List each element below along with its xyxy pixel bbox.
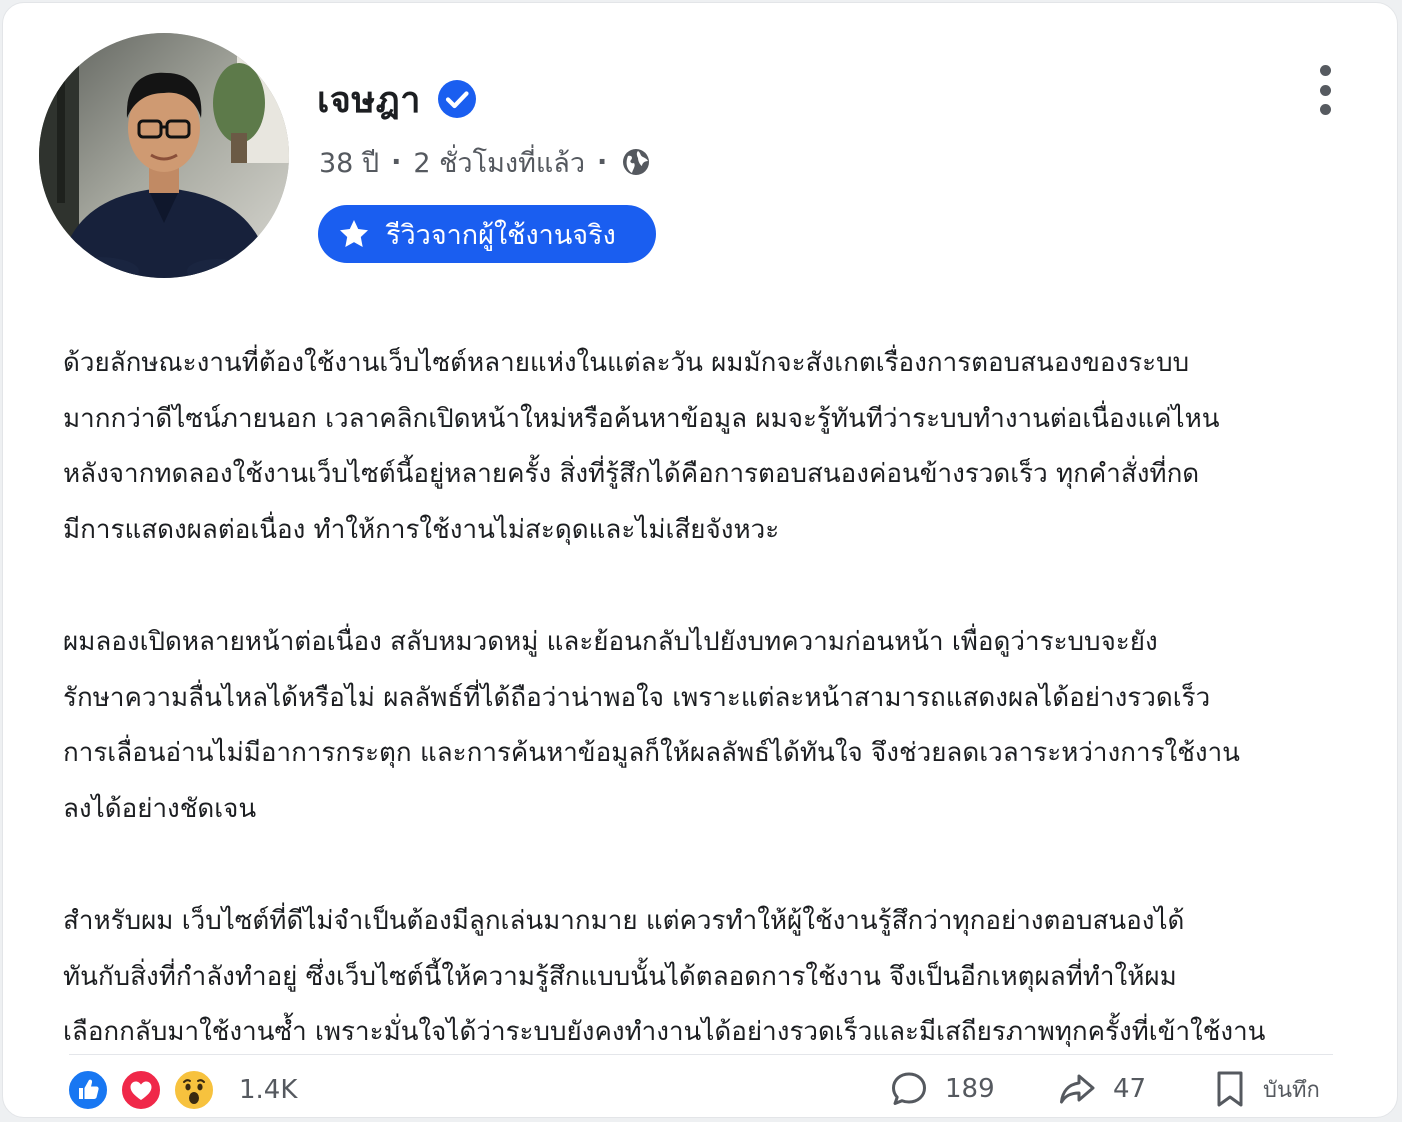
post-footer: 1.4K 189 47 บันทึก [3, 1063, 1397, 1117]
comment-icon [892, 1072, 926, 1105]
globe-icon[interactable] [621, 147, 651, 177]
author-age: 38 ปี [319, 147, 380, 179]
share-button[interactable]: 47 [1057, 1069, 1146, 1109]
text-line: หลังจากทดลองใช้งานเว็บไซต์นี้อยู่หลายครั… [63, 459, 1200, 489]
footer-divider [69, 1054, 1333, 1055]
wow-icon [173, 1069, 215, 1111]
save-button[interactable]: บันทึก [1213, 1069, 1320, 1109]
more-options-button[interactable] [1305, 61, 1345, 119]
post-paragraph-1: ด้วยลักษณะงานที่ต้องใช้งานเว็บไซต์หลายแห… [63, 336, 1333, 558]
post-time[interactable]: 2 ชั่วโมงที่แล้ว [413, 141, 585, 184]
reaction-count[interactable]: 1.4K [239, 1075, 297, 1105]
love-reaction[interactable] [120, 1069, 162, 1111]
bookmark-icon [1217, 1071, 1243, 1107]
text-line: รักษาความลื่นไหลได้หรือไม่ ผลลัพธ์ที่ได้… [63, 682, 1211, 713]
save-label: บันทึก [1263, 1077, 1320, 1103]
share-count: 47 [1113, 1074, 1147, 1104]
more-vertical-icon-dot [1319, 104, 1331, 115]
text-line: ทันกับสิ่งที่กำลังทำอยู่ ซึ่งเว็บไซต์นี้… [63, 961, 1177, 992]
author-avatar[interactable] [39, 33, 289, 278]
wow-reaction[interactable] [173, 1069, 215, 1111]
verified-review-badge: รีวิวจากผู้ใช้งานจริง [318, 205, 656, 263]
like-icon [67, 1069, 109, 1111]
text-line: ลงได้อย่างชัดเจน [63, 793, 257, 824]
comment-count: 189 [945, 1074, 995, 1104]
share-icon [1060, 1074, 1095, 1104]
badge-label: รีวิวจากผู้ใช้งานจริง [386, 219, 616, 251]
love-icon [120, 1069, 162, 1111]
text-line: สำหรับผม เว็บไซต์ที่ดีไม่จำเป็นต้องมีลูก… [63, 906, 1185, 936]
text-line: ด้วยลักษณะงานที่ต้องใช้งานเว็บไซต์หลายแห… [63, 348, 1190, 378]
text-line: เลือกกลับมาใช้งานซ้ำ เพราะมั่นใจได้ว่าระ… [63, 1017, 1266, 1047]
author-photo [39, 33, 289, 278]
separator-dot: · [391, 146, 402, 178]
author-name-row: เจษฎา [317, 73, 477, 125]
text-line: ผมลองเปิดหลายหน้าต่อเนื่อง สลับหมวดหมู่ … [63, 627, 1158, 657]
text-line: การเลื่อนอ่านไม่มีอาการกระตุก และการค้นห… [63, 738, 1240, 768]
author-name[interactable]: เจษฎา [317, 71, 421, 128]
post-meta: 38 ปี · 2 ชั่วโมงที่แล้ว · [319, 141, 651, 183]
verified-badge-icon [438, 80, 477, 118]
separator-dot: · [596, 146, 608, 178]
text-line: มากกว่าดีไซน์ภายนอก เวลาคลิกเปิดหน้าใหม่… [63, 403, 1220, 434]
more-vertical-icon-dot [1319, 65, 1331, 76]
post-card: เจษฎา 38 ปี · 2 ชั่วโมงที่แล้ว · รีวิวจา… [2, 2, 1398, 1118]
text-line: มีการแสดงผลต่อเนื่อง ทำให้การใช้งานไม่สะ… [63, 514, 780, 545]
comment-button[interactable]: 189 [889, 1069, 995, 1109]
more-vertical-icon-dot [1319, 84, 1331, 96]
star-icon [340, 220, 368, 247]
post-paragraph-2: ผมลองเปิดหลายหน้าต่อเนื่อง สลับหมวดหมู่ … [63, 615, 1333, 837]
post-paragraph-3: สำหรับผม เว็บไซต์ที่ดีไม่จำเป็นต้องมีลูก… [63, 894, 1333, 1061]
like-reaction[interactable] [67, 1069, 109, 1111]
post-body: ด้วยลักษณะงานที่ต้องใช้งานเว็บไซต์หลายแห… [63, 336, 1333, 1117]
